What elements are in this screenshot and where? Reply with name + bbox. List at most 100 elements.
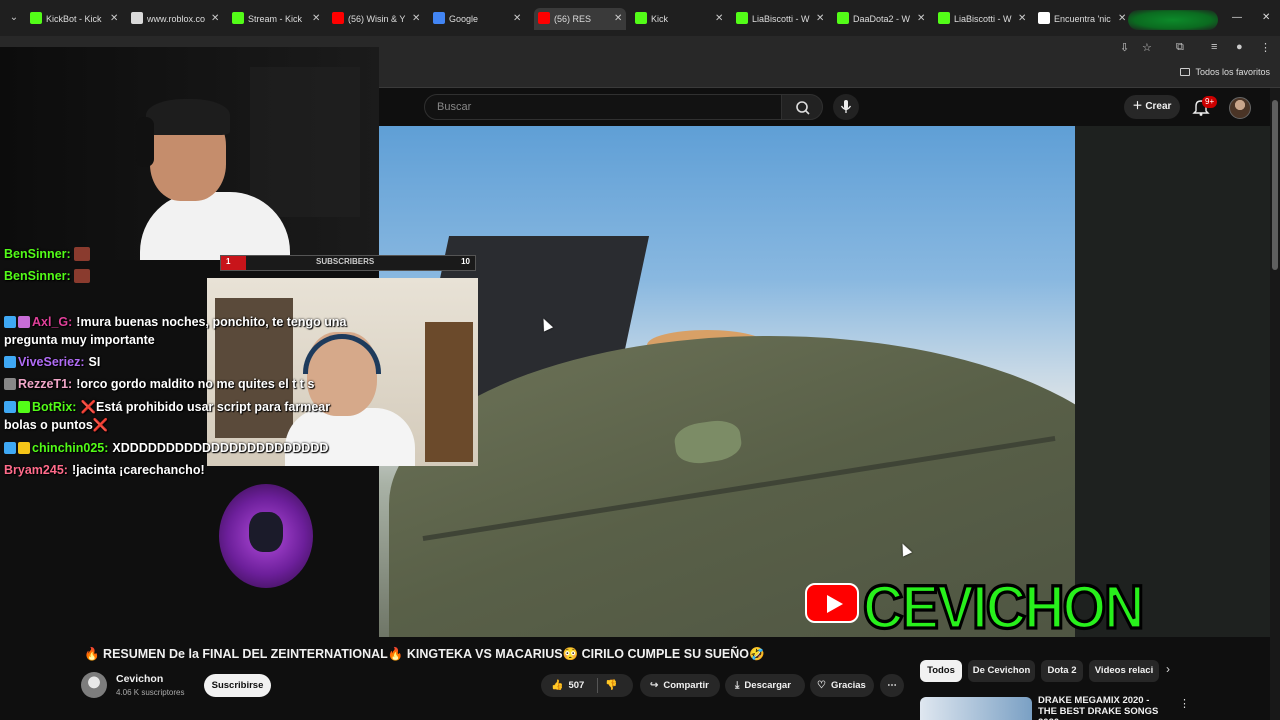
- tab-title: DaaDota2 - W: [853, 14, 911, 24]
- more-actions-button[interactable]: ⋯: [880, 674, 904, 697]
- bookmark-star-icon[interactable]: ☆: [1142, 41, 1152, 54]
- recommended-more-icon[interactable]: ⋮: [1179, 697, 1190, 710]
- like-dislike-group: 👍 507 👎: [541, 674, 633, 697]
- tab-favicon-icon: [837, 12, 849, 24]
- chat-text: pregunta muy importante: [4, 333, 155, 347]
- download-label: Descargar: [744, 680, 791, 691]
- search-button[interactable]: [781, 94, 823, 120]
- chat-message: Bryam245: !jacinta ¡carechancho!: [4, 461, 205, 479]
- tab-title: Google: [449, 14, 479, 24]
- chat-message: Axl_G: !mura buenas noches, ponchito, te …: [4, 313, 346, 331]
- chat-text: XDDDDDDDDDDDDDDDDDDDDDDD: [112, 441, 329, 455]
- media-controls-icon[interactable]: ≡: [1211, 41, 1217, 53]
- browser-tab[interactable]: Stream - Kick: [232, 8, 308, 30]
- more-dots-icon: ⋯: [887, 680, 897, 691]
- browser-tab[interactable]: (56) Wisin & Y: [332, 8, 408, 30]
- channel-avatar[interactable]: [81, 672, 107, 698]
- chip-related[interactable]: Videos relaci: [1089, 660, 1159, 682]
- tab-close-icon[interactable]: ✕: [715, 8, 723, 30]
- chips-next-arrow-icon[interactable]: ›: [1166, 662, 1170, 676]
- tab-close-icon[interactable]: ✕: [917, 8, 925, 30]
- search-input[interactable]: Buscar: [424, 94, 782, 120]
- chat-text: ❌Está prohibido usar script para farmear: [80, 400, 331, 414]
- voice-search-button[interactable]: [833, 94, 859, 120]
- tab-close-icon[interactable]: ✕: [513, 8, 521, 30]
- browser-tab[interactable]: KickBot - Kick: [30, 8, 106, 30]
- recommended-thumbnail[interactable]: [920, 697, 1032, 720]
- subscribe-button[interactable]: Suscribirse: [204, 674, 271, 697]
- browser-tab[interactable]: LiaBiscotti - W: [938, 8, 1014, 30]
- browser-tab[interactable]: Kick: [635, 8, 711, 30]
- browser-tab[interactable]: LiaBiscotti - W: [736, 8, 812, 30]
- blurred-green-overlay: [1128, 10, 1218, 30]
- thanks-icon: ♡: [817, 680, 826, 691]
- video-player[interactable]: [379, 126, 1075, 637]
- chip-dota2[interactable]: Dota 2: [1041, 660, 1083, 682]
- tab-title: LiaBiscotti - W: [954, 14, 1012, 24]
- share-button[interactable]: ↪ Compartir: [640, 674, 720, 697]
- tab-close-icon[interactable]: ✕: [312, 8, 320, 30]
- like-count[interactable]: 507: [568, 680, 584, 691]
- minimize-icon[interactable]: —: [1232, 12, 1242, 23]
- chat-badge-icon: [4, 356, 16, 368]
- tab-title: (56) Wisin & Y: [348, 14, 406, 24]
- tab-close-icon[interactable]: ✕: [412, 8, 420, 30]
- chat-badge-icon: [18, 401, 30, 413]
- tab-title: Kick: [651, 14, 669, 24]
- chat-message: BenSinner:: [4, 245, 90, 263]
- tab-close-icon[interactable]: ✕: [1118, 8, 1126, 30]
- account-avatar[interactable]: [1229, 97, 1251, 119]
- video-side-letterbox: [1075, 126, 1270, 637]
- chat-username: BenSinner:: [4, 269, 71, 283]
- chat-message: pregunta muy importante: [4, 331, 155, 349]
- thanks-button[interactable]: ♡ Gracias: [810, 674, 874, 697]
- tab-title: Stream - Kick: [248, 14, 303, 24]
- browser-tab[interactable]: Google: [433, 8, 509, 30]
- chip-from-channel[interactable]: De Cevichon: [968, 660, 1035, 682]
- cam2-poster-right: [425, 322, 473, 462]
- tab-close-icon[interactable]: ✕: [110, 8, 118, 30]
- create-button[interactable]: ＋ Crear: [1124, 95, 1180, 119]
- chat-message: bolas o puntos❌: [4, 416, 108, 434]
- browser-tab[interactable]: (56) RES: [534, 8, 626, 30]
- chip-all[interactable]: Todos: [920, 660, 962, 682]
- chat-badge-icon: [18, 442, 30, 454]
- page-scrollbar[interactable]: [1270, 88, 1280, 720]
- tab-close-icon[interactable]: ✕: [614, 8, 622, 30]
- thanks-label: Gracias: [830, 680, 866, 691]
- extensions-icon[interactable]: ⧉: [1176, 41, 1184, 54]
- chat-username: RezzeT1:: [18, 377, 73, 391]
- mic-icon: [840, 100, 852, 113]
- close-window-icon[interactable]: ✕: [1262, 12, 1270, 23]
- the-black-list-wolf-logo: [219, 484, 313, 588]
- channel-name[interactable]: Cevichon: [116, 673, 163, 685]
- tab-close-icon[interactable]: ✕: [816, 8, 824, 30]
- download-button[interactable]: ⤓ Descargar: [725, 674, 805, 697]
- tab-favicon-icon: [736, 12, 748, 24]
- tab-close-icon[interactable]: ✕: [1018, 8, 1026, 30]
- tab-favicon-icon: [1038, 12, 1050, 24]
- chat-text: SI: [88, 355, 101, 369]
- profile-icon[interactable]: ●: [1236, 41, 1243, 53]
- tab-title: (56) RES: [554, 14, 592, 24]
- tab-title: www.roblox.co: [147, 14, 206, 24]
- cevichon-watermark-text: CEVICHON: [862, 571, 1147, 643]
- like-divider: [597, 678, 598, 693]
- tab-search-chevron-icon[interactable]: ⌄: [6, 10, 22, 26]
- tab-favicon-icon: [635, 12, 647, 24]
- screen: ⌄ KickBot - Kick ✕ www.roblox.co ✕ Stream - …: [0, 0, 1280, 720]
- browser-tab[interactable]: www.roblox.co: [131, 8, 207, 30]
- tab-title: Encuentra 'nic: [1054, 14, 1111, 24]
- browser-tab[interactable]: Encuentra 'nic: [1038, 8, 1114, 30]
- create-label: Crear: [1145, 101, 1172, 112]
- all-bookmarks-button[interactable]: Todos los favoritos: [1180, 67, 1270, 77]
- scrollbar-thumb[interactable]: [1272, 100, 1278, 270]
- browser-menu-icon[interactable]: ⋮: [1260, 41, 1271, 54]
- dislike-icon[interactable]: 👎: [605, 674, 617, 697]
- install-app-icon[interactable]: ⇩: [1120, 41, 1129, 54]
- tab-close-icon[interactable]: ✕: [211, 8, 219, 30]
- recommended-title[interactable]: DRAKE MEGAMIX 2020 - THE BEST DRAKE SONG…: [1038, 695, 1168, 720]
- chat-message: RezzeT1: !orco gordo maldito no me quites…: [4, 375, 314, 393]
- browser-tab[interactable]: DaaDota2 - W: [837, 8, 913, 30]
- like-icon[interactable]: 👍: [551, 674, 563, 697]
